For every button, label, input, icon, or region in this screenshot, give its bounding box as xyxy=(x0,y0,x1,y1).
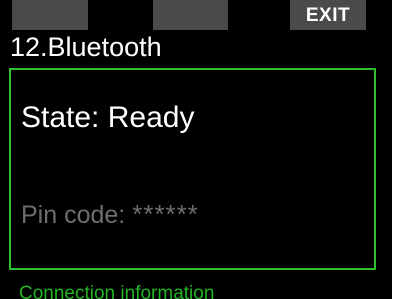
state-line: State: Ready xyxy=(21,100,194,136)
pin-code-line: Pin code: ****** xyxy=(21,199,199,230)
middle-softkey[interactable] xyxy=(153,0,228,30)
bluetooth-info-panel: State: Ready Pin code: ****** xyxy=(9,68,376,270)
exit-softkey[interactable]: EXIT xyxy=(290,0,366,30)
pin-code-label: Pin code: xyxy=(21,201,126,229)
connection-information-label: Connection information xyxy=(19,283,215,299)
state-value: Ready xyxy=(107,101,195,134)
page-title: 12.Bluetooth xyxy=(10,32,162,62)
state-label: State: xyxy=(21,101,100,134)
softkey-bar: EXIT xyxy=(0,0,392,30)
pin-code-value: ****** xyxy=(132,199,199,229)
left-softkey[interactable] xyxy=(12,0,88,30)
dive-computer-screen: EXIT 12.Bluetooth State: Ready Pin code:… xyxy=(0,0,392,299)
